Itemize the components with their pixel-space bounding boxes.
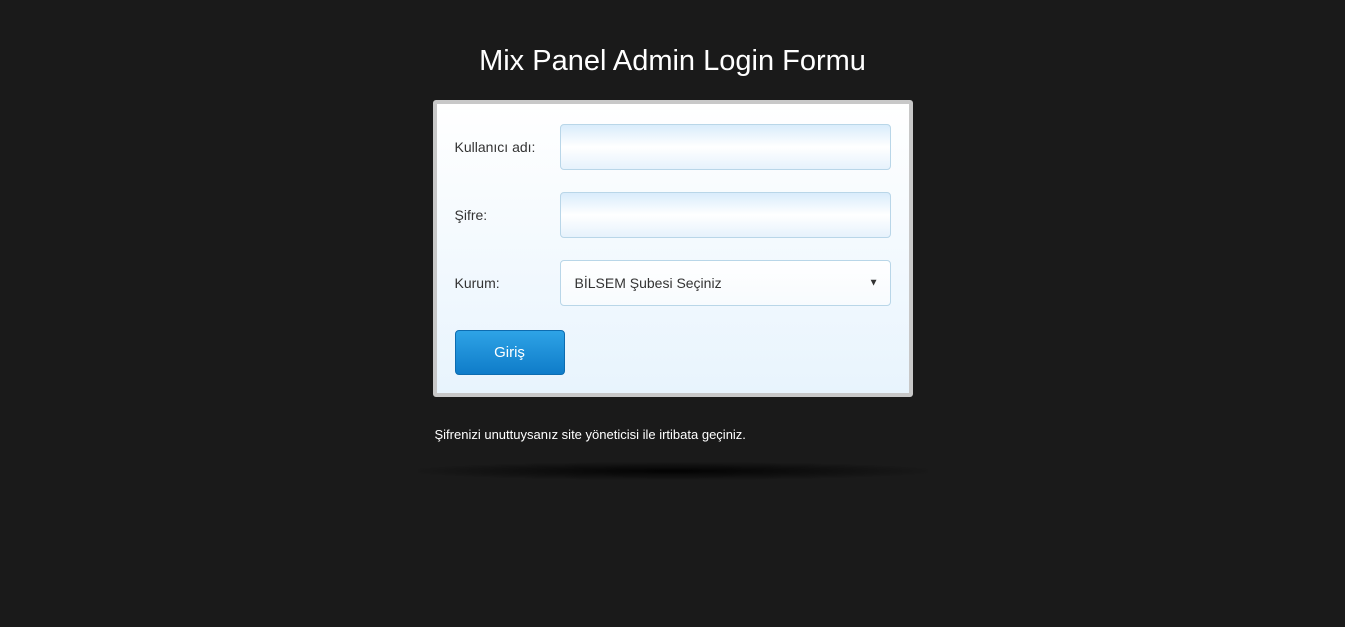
password-row: Şifre: [455,192,891,238]
username-input[interactable] [560,124,891,170]
shadow-decoration [418,462,928,480]
institution-select-wrapper: BİLSEM Şubesi Seçiniz [560,260,891,306]
institution-label: Kurum: [455,275,560,291]
help-text: Şifrenizi unuttuysanız site yöneticisi i… [433,427,913,442]
login-panel: Kullanıcı adı: Şifre: Kurum: BİLSEM Şube… [433,100,913,397]
password-input[interactable] [560,192,891,238]
password-label: Şifre: [455,207,560,223]
institution-select[interactable]: BİLSEM Şubesi Seçiniz [560,260,891,306]
institution-row: Kurum: BİLSEM Şubesi Seçiniz [455,260,891,306]
submit-button[interactable]: Giriş [455,330,565,375]
login-container: Mix Panel Admin Login Formu Kullanıcı ad… [433,0,913,480]
page-title: Mix Panel Admin Login Formu [433,45,913,78]
username-row: Kullanıcı adı: [455,124,891,170]
username-label: Kullanıcı adı: [455,139,560,155]
